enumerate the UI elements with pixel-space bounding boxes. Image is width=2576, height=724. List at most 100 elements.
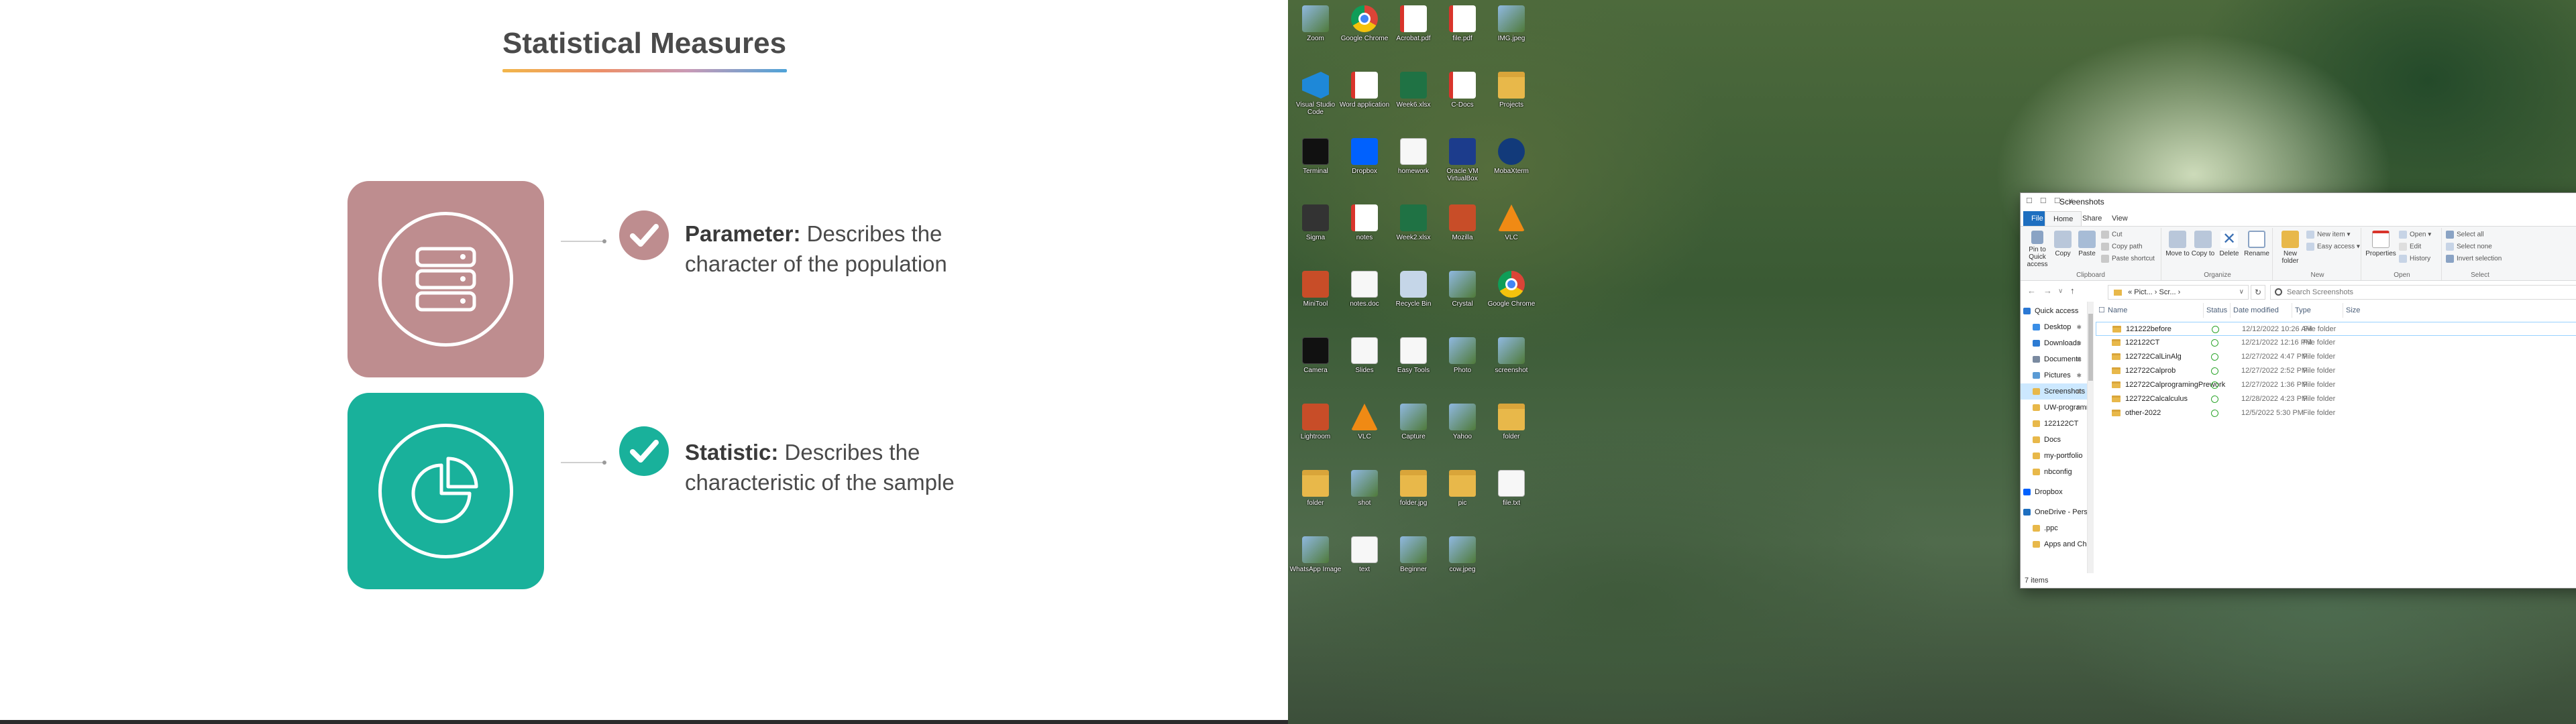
desktop-icon[interactable]: Recycle Bin <box>1389 268 1433 328</box>
edit-button[interactable]: Edit <box>2399 243 2421 251</box>
address-dropdown-icon[interactable]: ∨ <box>2239 286 2244 299</box>
desktop-icon[interactable]: homework <box>1389 135 1433 196</box>
desktop-icon[interactable]: folder <box>1291 467 1335 528</box>
title-bar[interactable]: ☐ ☐ ☐ ∨ Screenshots — ☐ ✕ <box>2021 193 2576 210</box>
desktop-icon[interactable]: screenshot <box>1487 335 1531 395</box>
desktop-icon[interactable]: MobaXterm <box>1487 135 1531 196</box>
desktop-icon[interactable]: notes.doc <box>1340 268 1384 328</box>
desktop-icon[interactable]: text <box>1340 534 1384 594</box>
nav-item[interactable]: Desktop ✱ <box>2021 319 2087 335</box>
desktop-icon[interactable]: Capture <box>1389 401 1433 461</box>
recent-locations-icon[interactable]: ∨ <box>2058 288 2063 295</box>
new-folder-button[interactable]: New folder <box>2277 231 2304 265</box>
invert-selection-button[interactable]: Invert selection <box>2446 255 2502 263</box>
refresh-icon[interactable]: ↻ <box>2251 285 2265 300</box>
column-size[interactable]: Size <box>2343 303 2397 318</box>
nav-item[interactable]: my-portfolio <box>2021 448 2087 464</box>
nav-item[interactable]: Pictures ✱ <box>2021 367 2087 383</box>
copy-to-button[interactable]: Copy to <box>2191 231 2215 257</box>
move-to-button[interactable]: Move to <box>2165 231 2190 257</box>
search-input[interactable]: Search Screenshots <box>2270 285 2576 300</box>
nav-item[interactable]: Dropbox <box>2021 484 2087 500</box>
back-arrow-icon[interactable]: ← <box>2027 286 2036 296</box>
desktop-icon[interactable]: Yahoo <box>1438 401 1482 461</box>
column-date-modified[interactable]: Date modified <box>2231 303 2292 318</box>
open-button[interactable]: Open ▾ <box>2399 231 2431 239</box>
address-input[interactable]: « Pict... › Scr... › ∨ <box>2108 285 2249 300</box>
desktop-icon[interactable]: WhatsApp Image <box>1290 534 1341 594</box>
desktop-icon[interactable]: pic <box>1438 467 1482 528</box>
desktop-icon[interactable]: file.pdf <box>1438 3 1482 63</box>
desktop-icon[interactable]: MiniTool <box>1291 268 1335 328</box>
file-row[interactable]: 122722Calcalculus 12/28/2022 4:23 PM File … <box>2096 392 2576 406</box>
navigation-pane[interactable]: Quick access Desktop ✱ Downloads ✱ Documents ✱… <box>2021 302 2088 573</box>
paste-shortcut-button[interactable]: Paste shortcut <box>2101 255 2155 263</box>
desktop-icon[interactable]: Mozilla <box>1438 202 1482 262</box>
desktop-icon[interactable]: cow.jpeg <box>1438 534 1482 594</box>
desktop-icon[interactable]: Google Chrome <box>1487 268 1535 328</box>
desktop-icon[interactable]: Dropbox <box>1340 135 1384 196</box>
desktop-icon[interactable]: Google Chrome <box>1340 3 1388 63</box>
desktop-icon[interactable]: Slides <box>1340 335 1384 395</box>
desktop-icon[interactable]: Lightroom <box>1291 401 1335 461</box>
new-item-button[interactable]: New item ▾ <box>2306 231 2351 239</box>
file-row[interactable]: 122722CalLinAlg 12/27/2022 4:47 PM File fo… <box>2096 350 2576 364</box>
tab-view[interactable]: View <box>2104 211 2136 226</box>
scrollbar-thumb[interactable] <box>2088 314 2093 381</box>
desktop-icon[interactable]: Easy Tools <box>1389 335 1433 395</box>
properties-button[interactable]: Properties <box>2365 231 2396 257</box>
rename-button[interactable]: Rename <box>2243 231 2270 257</box>
file-row[interactable]: 122722CalprogramingPrework 12/27/2022 1:3… <box>2096 378 2576 392</box>
desktop-icon[interactable]: Word application <box>1340 69 1389 129</box>
pin-quick-access-button[interactable]: Pin to Quick access <box>2023 231 2051 268</box>
desktop-icon[interactable]: folder.jpg <box>1389 467 1433 528</box>
nav-scrollbar[interactable] <box>2088 302 2094 573</box>
select-none-button[interactable]: Select none <box>2446 243 2492 251</box>
desktop-icon[interactable]: C-Docs <box>1438 69 1482 129</box>
desktop-icon[interactable]: Sigma <box>1291 202 1335 262</box>
history-button[interactable]: History <box>2399 255 2430 263</box>
nav-item[interactable]: Downloads ✱ <box>2021 335 2087 351</box>
desktop-icon[interactable]: Zoom <box>1291 3 1335 63</box>
desktop-icon[interactable]: VLC <box>1340 401 1384 461</box>
select-column-checkbox[interactable]: ☐ <box>2096 303 2105 318</box>
column-type[interactable]: Type <box>2292 303 2343 318</box>
desktop-icon[interactable]: Beginner <box>1389 534 1433 594</box>
column-name[interactable]: Name <box>2105 303 2204 318</box>
easy-access-button[interactable]: Easy access ▾ <box>2306 243 2360 251</box>
nav-item[interactable]: nbconfig <box>2021 464 2087 480</box>
desktop-icon[interactable]: file.txt <box>1487 467 1531 528</box>
desktop-icon[interactable]: folder <box>1487 401 1531 461</box>
select-all-button[interactable]: Select all <box>2446 231 2484 239</box>
nav-item[interactable]: UW-programming BC✱ <box>2021 400 2087 416</box>
desktop-icon[interactable]: Week6.xlsx <box>1389 69 1433 129</box>
nav-item[interactable]: Apps and Chat <box>2021 536 2087 552</box>
up-arrow-icon[interactable]: ↑ <box>2070 286 2075 296</box>
file-list[interactable]: ☐ Name Status Date modified Type Size 12… <box>2096 302 2576 573</box>
desktop-icon[interactable]: Camera <box>1291 335 1335 395</box>
file-row[interactable]: 121222before 12/12/2022 10:26 AM File fold… <box>2096 322 2576 336</box>
column-status[interactable]: Status <box>2204 303 2231 318</box>
file-row[interactable]: 122122CT 12/21/2022 12:16 PM File folder <box>2096 336 2576 350</box>
desktop-icon[interactable]: Week2.xlsx <box>1389 202 1433 262</box>
copy-path-button[interactable]: Copy path <box>2101 243 2143 251</box>
nav-item[interactable]: Screenshots ✱ <box>2021 383 2087 400</box>
nav-item[interactable]: 122122CT <box>2021 416 2087 432</box>
paste-button[interactable]: Paste <box>2076 231 2098 257</box>
desktop-icon[interactable]: Visual Studio Code <box>1291 69 1335 129</box>
cut-button[interactable]: Cut <box>2101 231 2123 239</box>
desktop-icon[interactable]: Acrobat.pdf <box>1389 3 1433 63</box>
desktop-icon[interactable]: Projects <box>1487 69 1531 129</box>
delete-button[interactable]: ✕ Delete <box>2216 231 2242 258</box>
desktop-icon[interactable]: IMG.jpeg <box>1487 3 1531 63</box>
desktop-icon[interactable]: notes <box>1340 202 1384 262</box>
nav-item[interactable]: Documents ✱ <box>2021 351 2087 367</box>
desktop-icon[interactable]: VLC <box>1487 202 1531 262</box>
desktop-icon[interactable]: Photo <box>1438 335 1482 395</box>
desktop-icon[interactable]: Terminal <box>1291 135 1335 196</box>
nav-item[interactable]: Quick access <box>2021 303 2087 319</box>
nav-item[interactable]: .ppc <box>2021 520 2087 536</box>
nav-item[interactable]: Docs <box>2021 432 2087 448</box>
copy-button[interactable]: Copy <box>2051 231 2074 257</box>
nav-item[interactable]: OneDrive - Personal <box>2021 504 2087 520</box>
